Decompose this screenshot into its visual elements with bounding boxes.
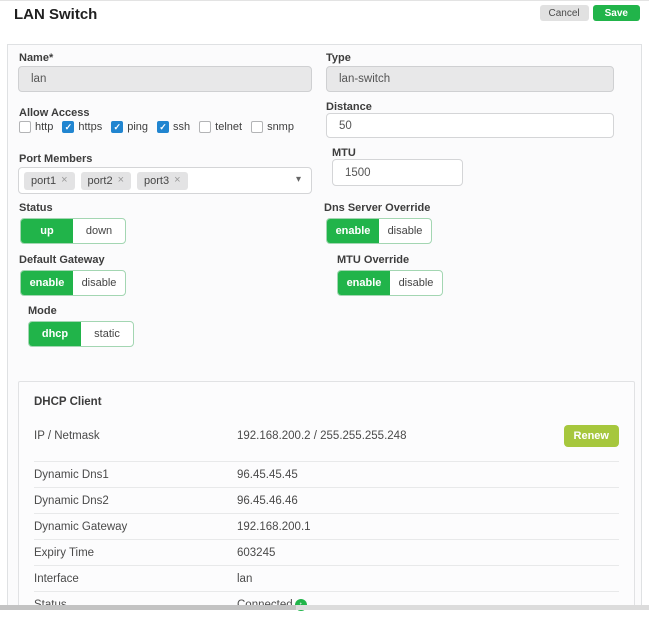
default-gateway-disable-button[interactable]: disable (73, 271, 125, 295)
mode-dhcp-button[interactable]: dhcp (29, 322, 81, 346)
allow-access-http[interactable]: http (19, 121, 53, 133)
checkbox-unchecked-icon[interactable] (199, 121, 212, 133)
mtu-input[interactable] (332, 159, 463, 186)
mode-label: Mode (28, 305, 57, 317)
port-tag: port1 × (24, 171, 75, 190)
checkbox-checked-icon[interactable]: ✓ (111, 121, 124, 133)
allow-access-ping[interactable]: ✓ ping (111, 121, 148, 133)
renew-button[interactable]: Renew (563, 424, 619, 447)
dns-server-override-toggle: enable disable (326, 218, 432, 244)
table-row-dynamic-gateway: Dynamic Gateway 192.168.200.1 (34, 513, 619, 539)
remove-tag-icon[interactable]: × (118, 175, 124, 186)
name-input (18, 66, 312, 92)
mtu-override-enable-button[interactable]: enable (338, 271, 390, 295)
mtu-override-disable-button[interactable]: disable (390, 271, 442, 295)
horizontal-scrollbar[interactable] (0, 605, 649, 610)
type-label: Type (326, 52, 351, 64)
table-row-dynamic-dns2: Dynamic Dns2 96.45.46.46 (34, 487, 619, 513)
page-header: LAN Switch Cancel Save (0, 1, 649, 44)
table-row-dynamic-dns1: Dynamic Dns1 96.45.45.45 (34, 461, 619, 487)
name-label: Name* (19, 52, 54, 64)
checkbox-unchecked-icon[interactable] (251, 121, 264, 133)
status-toggle: up down (20, 218, 126, 244)
dns-server-override-disable-button[interactable]: disable (379, 219, 431, 243)
dns-server-override-label: Dns Server Override (324, 202, 431, 214)
port-members-select[interactable]: port1 × port2 × port3 × ▾ (18, 167, 312, 194)
status-label: Status (19, 202, 53, 214)
chevron-down-icon[interactable]: ▾ (296, 174, 301, 185)
distance-label: Distance (326, 101, 372, 113)
checkbox-checked-icon[interactable]: ✓ (157, 121, 170, 133)
table-row-status: Status Connected ↑ (34, 591, 619, 617)
form-card: Name* Type Allow Access http ✓ https ✓ p… (7, 44, 642, 611)
distance-input[interactable] (326, 113, 614, 138)
allow-access-ssh[interactable]: ✓ ssh (157, 121, 190, 133)
header-actions: Cancel Save (539, 5, 640, 21)
default-gateway-label: Default Gateway (19, 254, 105, 266)
allow-access-https[interactable]: ✓ https (62, 121, 102, 133)
type-input (326, 66, 614, 92)
checkbox-checked-icon[interactable]: ✓ (62, 121, 75, 133)
mtu-label: MTU (332, 147, 356, 159)
status-up-button[interactable]: up (21, 219, 73, 243)
dhcp-client-title: DHCP Client (34, 396, 102, 408)
table-row-interface: Interface lan (34, 565, 619, 591)
port-tag: port2 × (80, 171, 132, 190)
remove-tag-icon[interactable]: × (174, 175, 180, 186)
mtu-override-label: MTU Override (337, 254, 410, 266)
port-members-label: Port Members (19, 153, 93, 165)
table-row-ip-netmask: IP / Netmask 192.168.200.2 / 255.255.255… (34, 410, 619, 461)
allow-access-telnet[interactable]: telnet (199, 121, 242, 133)
dhcp-client-card: DHCP Client IP / Netmask 192.168.200.2 /… (18, 381, 635, 611)
mode-toggle: dhcp static (28, 321, 134, 347)
page-title: LAN Switch (14, 6, 98, 23)
dhcp-client-rows: IP / Netmask 192.168.200.2 / 255.255.255… (19, 410, 634, 617)
allow-access-options: http ✓ https ✓ ping ✓ ssh telnet snmp (19, 121, 294, 133)
default-gateway-toggle: enable disable (20, 270, 126, 296)
status-down-button[interactable]: down (73, 219, 125, 243)
cancel-button[interactable]: Cancel (539, 5, 589, 21)
checkbox-unchecked-icon[interactable] (19, 121, 31, 133)
dns-server-override-enable-button[interactable]: enable (327, 219, 379, 243)
table-row-expiry-time: Expiry Time 603245 (34, 539, 619, 565)
remove-tag-icon[interactable]: × (61, 175, 67, 186)
scrollbar-thumb[interactable] (0, 605, 296, 610)
allow-access-label: Allow Access (19, 107, 90, 119)
port-tag: port3 × (137, 171, 188, 190)
default-gateway-enable-button[interactable]: enable (21, 271, 73, 295)
save-button[interactable]: Save (592, 5, 640, 21)
allow-access-snmp[interactable]: snmp (251, 121, 294, 133)
mode-static-button[interactable]: static (81, 322, 133, 346)
mtu-override-toggle: enable disable (337, 270, 443, 296)
